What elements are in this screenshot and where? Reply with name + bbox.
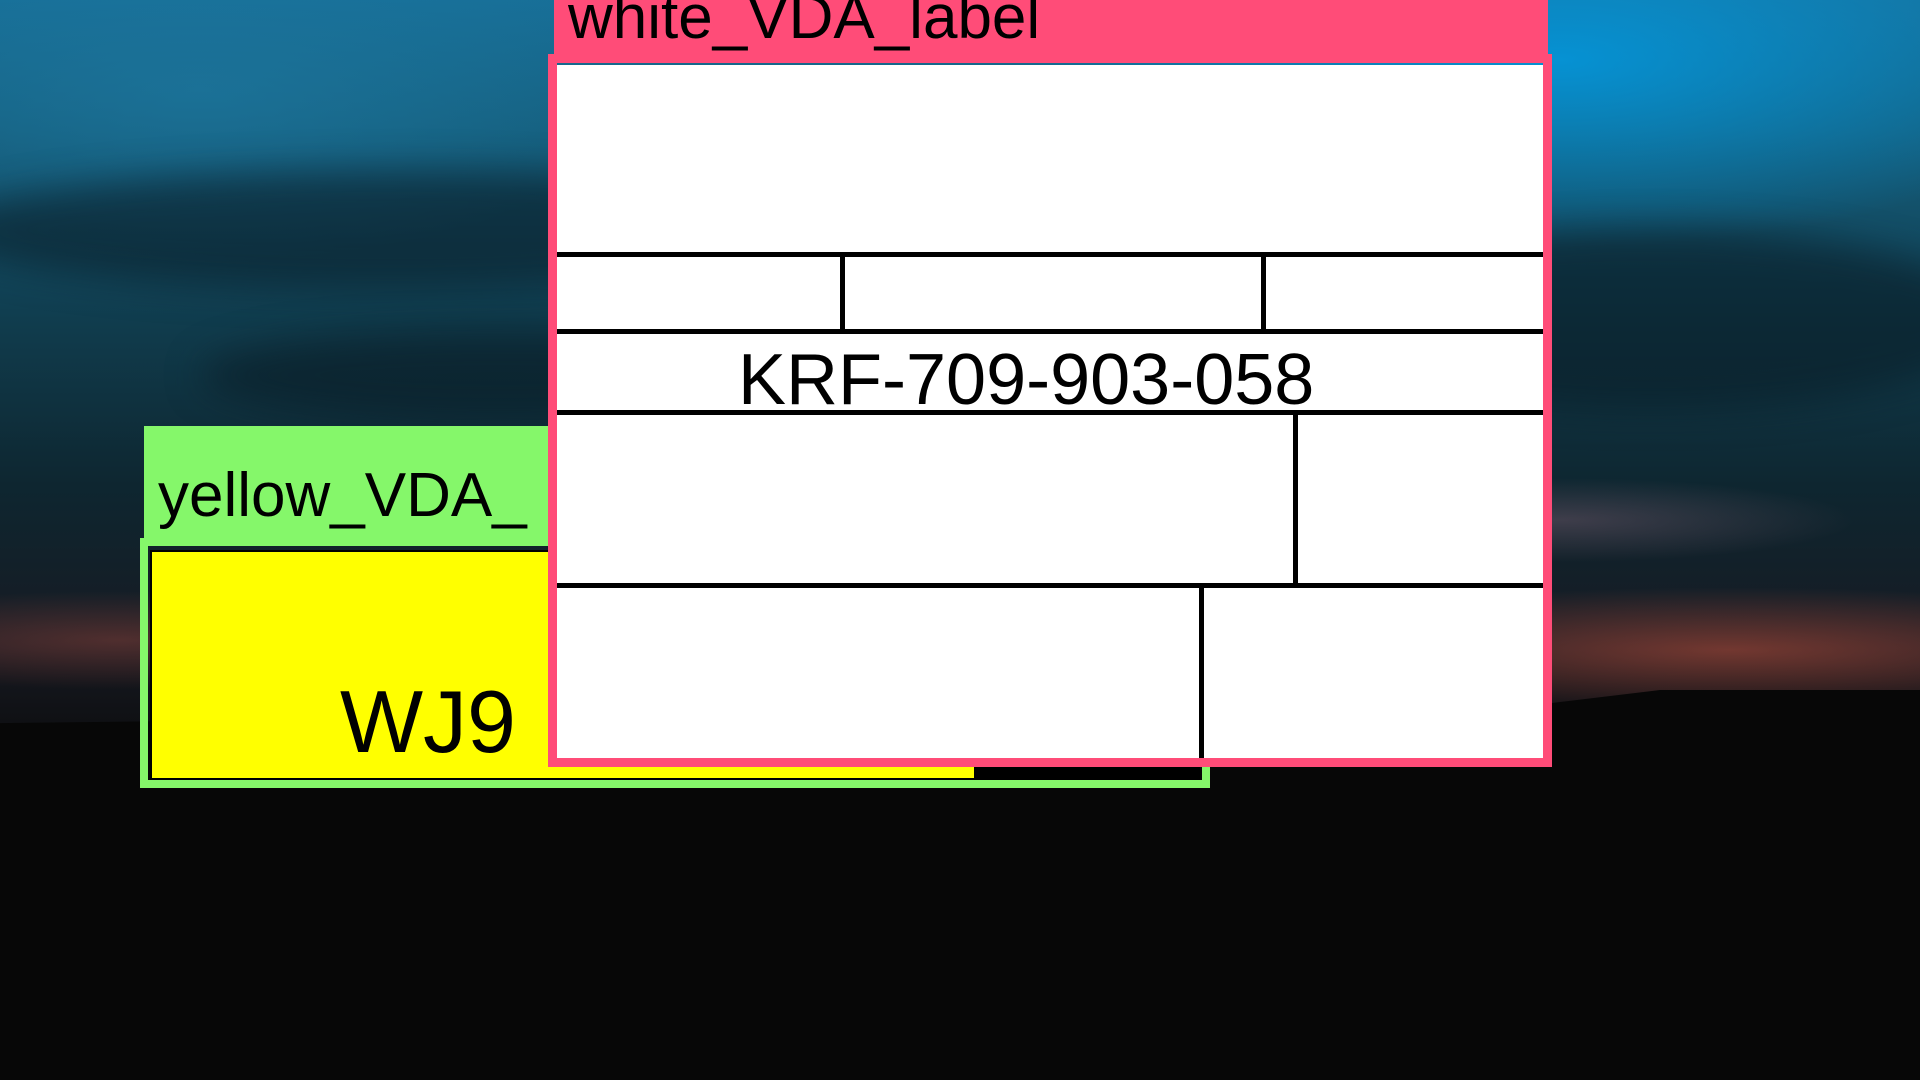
white-label-rule bbox=[557, 252, 1543, 257]
white-label-rule bbox=[557, 329, 1543, 334]
background-photo: yellow_VDA_ WJ9 white_VDA_label KRF-709-… bbox=[0, 0, 1920, 1080]
white-label-rule bbox=[557, 583, 1543, 588]
white-label-rule bbox=[840, 252, 845, 332]
white-label-code: KRF-709-903-058 bbox=[738, 340, 1315, 420]
white-label-tag-text: white_VDA_label bbox=[568, 0, 1041, 52]
white-label-rule bbox=[1293, 410, 1298, 585]
white-label-rule bbox=[1199, 583, 1204, 758]
white-label-rule bbox=[1261, 252, 1266, 332]
yellow-label-code: WJ9 bbox=[340, 672, 516, 771]
yellow-label-tag-text: yellow_VDA_ bbox=[158, 461, 527, 530]
